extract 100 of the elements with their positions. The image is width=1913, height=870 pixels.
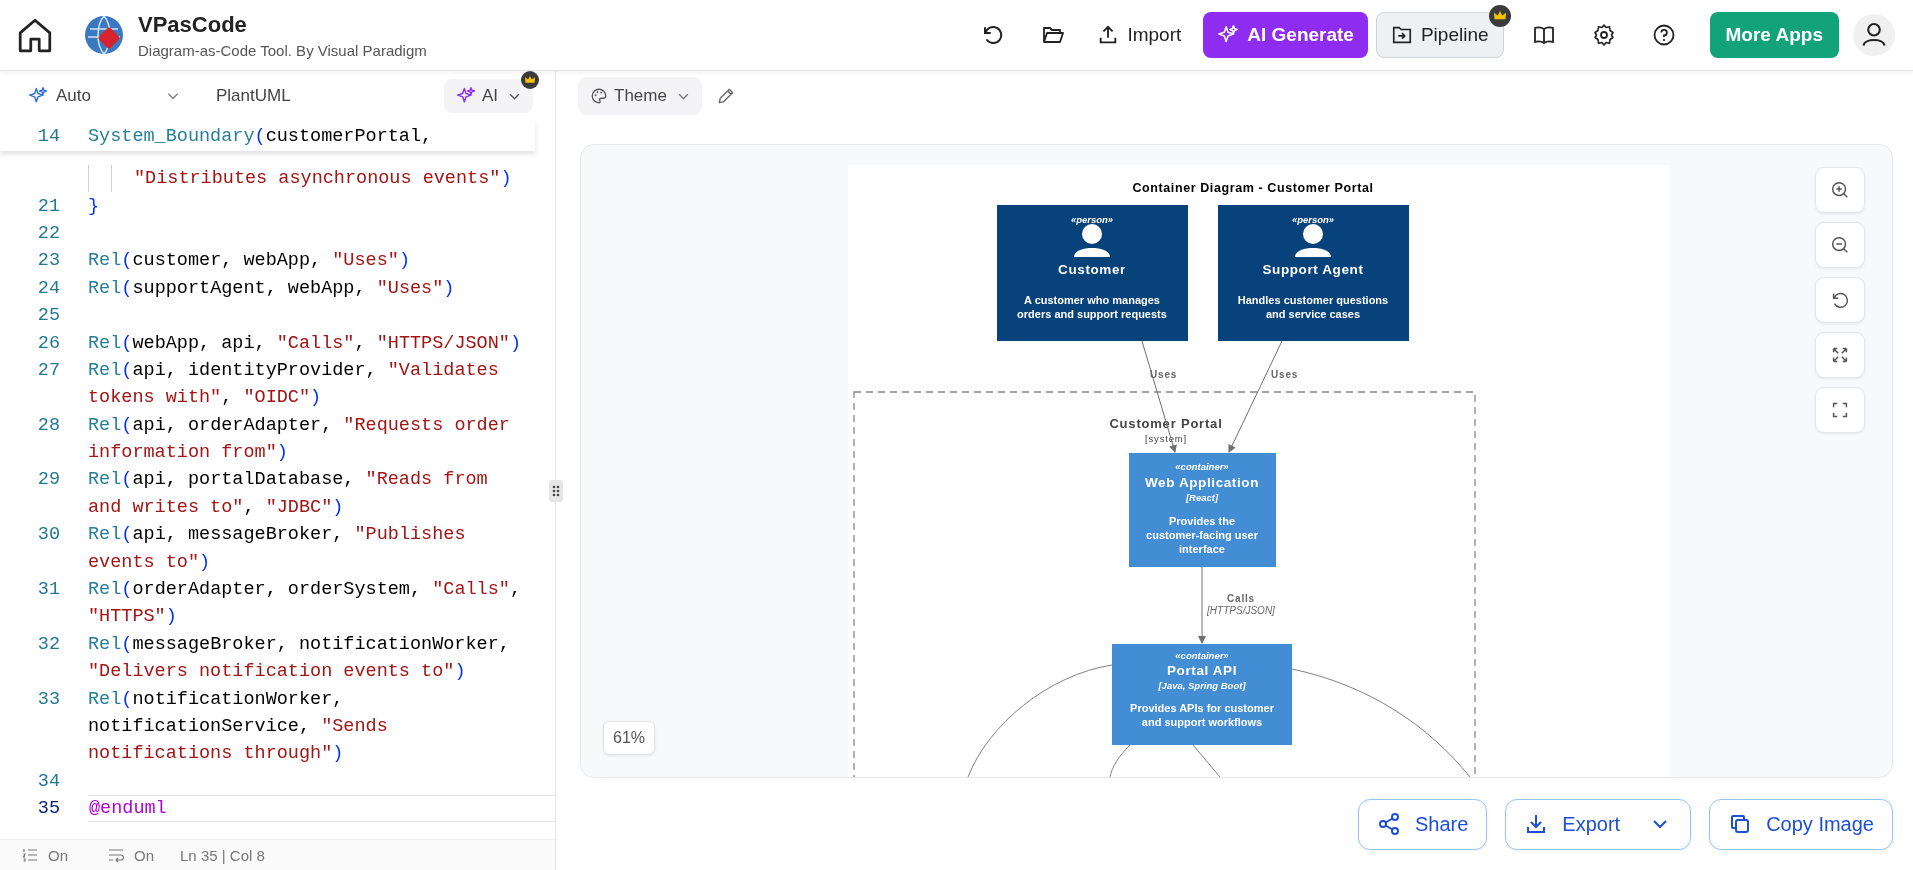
line-number: 25 bbox=[36, 305, 61, 327]
share-button[interactable]: Share bbox=[1357, 798, 1488, 850]
line-number: 32 bbox=[36, 633, 61, 655]
code-line: Rel(supportAgent, webApp, "Uses") bbox=[88, 277, 455, 299]
crown-icon bbox=[521, 71, 539, 89]
import-button[interactable]: Import bbox=[1083, 12, 1196, 58]
export-button[interactable]: Export bbox=[1505, 798, 1692, 850]
line-number: 30 bbox=[36, 524, 61, 546]
cursor-position: Ln 35 | Col 8 bbox=[180, 846, 265, 864]
splitter-handle[interactable] bbox=[549, 480, 563, 502]
relation-label: Uses bbox=[1150, 369, 1178, 380]
line-number: 29 bbox=[36, 469, 61, 491]
code-line: notifications through") bbox=[88, 743, 344, 765]
logo-icon bbox=[84, 15, 124, 55]
word-wrap-status[interactable]: On bbox=[134, 846, 155, 864]
code-line: Rel(orderAdapter, orderSystem, "Calls", bbox=[88, 579, 521, 601]
zoom-in-icon bbox=[1829, 179, 1851, 201]
stereotype-label: «container» bbox=[1175, 650, 1229, 661]
code-line: @enduml bbox=[89, 798, 167, 820]
code-line: information from") bbox=[88, 442, 288, 464]
copy-image-button[interactable]: Copy Image bbox=[1709, 798, 1893, 850]
stereotype-label: «container» bbox=[1175, 461, 1229, 472]
code-line: Rel(api, messageBroker, "Publishes bbox=[88, 524, 466, 546]
palette-icon bbox=[590, 87, 608, 105]
zoom-out-button[interactable] bbox=[1815, 222, 1865, 268]
boundary-type: [system] bbox=[1145, 433, 1187, 444]
relation-technology: [HTTPS/JSON] bbox=[1207, 605, 1275, 616]
reset-view-button[interactable] bbox=[1815, 277, 1865, 323]
language-select[interactable]: PlantUML bbox=[216, 86, 291, 106]
code-line: "HTTPS") bbox=[88, 606, 177, 628]
book-icon[interactable] bbox=[1531, 23, 1556, 47]
person-icon bbox=[1295, 224, 1331, 257]
code-line: Rel(api, identityProvider, "Validates bbox=[88, 359, 499, 381]
code-line: Rel(api, portalDatabase, "Reads from bbox=[88, 469, 488, 491]
mode-select[interactable]: Auto bbox=[56, 86, 91, 106]
line-number: 21 bbox=[36, 195, 61, 217]
person-description: Handles customer questions and service cases bbox=[1237, 294, 1389, 320]
container-name: Web Application bbox=[1145, 475, 1259, 490]
app-subtitle: Diagram-as-Code Tool. By Visual Paradigm bbox=[138, 41, 427, 59]
diagram-title: Container Diagram - Customer Portal bbox=[1132, 181, 1374, 195]
line-number: 34 bbox=[36, 770, 61, 792]
ai-generate-button[interactable]: AI Generate bbox=[1203, 12, 1368, 58]
line-numbers-status[interactable]: On bbox=[48, 846, 68, 864]
code-line: and writes to", "JDBC") bbox=[88, 496, 344, 518]
sparkle-icon bbox=[455, 86, 476, 106]
zoom-level-badge: 61% bbox=[603, 721, 656, 755]
code-line: } bbox=[88, 195, 100, 217]
code-line: tokens with", "OIDC") bbox=[88, 387, 322, 409]
sparkle-icon bbox=[28, 86, 48, 106]
person-icon bbox=[1074, 224, 1110, 257]
line-number: 22 bbox=[36, 222, 61, 244]
container-technology: [Java, Spring Boot] bbox=[1158, 680, 1246, 691]
code-line: Rel(webApp, api, "Calls", "HTTPS/JSON") bbox=[88, 332, 522, 354]
container-description: Provides the customer-facing user interface bbox=[1146, 515, 1258, 555]
pipeline-button[interactable]: Pipeline bbox=[1375, 12, 1504, 58]
line-numbers-icon[interactable] bbox=[22, 847, 38, 863]
code-line: Rel(api, orderAdapter, "Requests order bbox=[88, 414, 510, 436]
theme-button[interactable]: Theme bbox=[578, 77, 702, 115]
line-number: 23 bbox=[36, 250, 61, 272]
line-number: 27 bbox=[36, 359, 61, 381]
code-line: events to") bbox=[88, 551, 211, 573]
stereotype-label: «person» bbox=[1291, 214, 1335, 225]
zoom-in-button[interactable] bbox=[1815, 167, 1865, 213]
fit-view-button[interactable] bbox=[1815, 332, 1865, 378]
line-number: 33 bbox=[36, 688, 61, 710]
container-name: Portal API bbox=[1167, 663, 1237, 678]
relation-label: Uses bbox=[1271, 369, 1299, 380]
stereotype-label: «person» bbox=[1070, 214, 1114, 225]
boundary-name: Customer Portal bbox=[1109, 416, 1223, 431]
code-line: Rel(customer, webApp, "Uses") bbox=[88, 250, 410, 272]
connector-line bbox=[1192, 744, 1221, 777]
person-name: Support Agent bbox=[1262, 262, 1364, 277]
person-name: Customer bbox=[1058, 262, 1126, 277]
code-line: System_Boundary(customerPortal, bbox=[88, 125, 433, 147]
container-technology: [React] bbox=[1185, 492, 1219, 503]
word-wrap-icon[interactable] bbox=[108, 847, 124, 863]
line-number: 28 bbox=[36, 414, 61, 436]
avatar-icon[interactable] bbox=[1853, 14, 1895, 56]
line-number: 26 bbox=[36, 332, 61, 354]
line-number: 14 bbox=[36, 125, 61, 147]
zoom-out-icon bbox=[1829, 234, 1851, 256]
code-line: notificationService, "Sends bbox=[88, 716, 388, 737]
code-line: Rel(notificationWorker, bbox=[88, 688, 344, 710]
code-line: "Distributes asynchronous events") bbox=[134, 168, 512, 190]
ai-menu-button[interactable]: AI bbox=[443, 79, 533, 113]
share-icon bbox=[1376, 812, 1401, 836]
settings-icon[interactable] bbox=[1591, 23, 1616, 47]
app-title: VPasCode bbox=[138, 11, 248, 38]
folder-arrow-icon bbox=[1390, 24, 1413, 46]
line-number: 24 bbox=[36, 277, 61, 299]
container-description: Provides APIs for customer and support workflows bbox=[1130, 702, 1274, 728]
code-line: "Delivers notification events to") bbox=[88, 661, 466, 683]
crown-icon bbox=[1488, 5, 1511, 27]
line-number: 35 bbox=[36, 798, 61, 820]
person-description: A customer who manages orders and support requests bbox=[1017, 294, 1167, 320]
relation-label: Calls bbox=[1227, 593, 1255, 604]
home-icon[interactable] bbox=[16, 16, 54, 54]
help-icon[interactable] bbox=[1651, 23, 1676, 47]
line-number: 31 bbox=[36, 579, 61, 601]
code-line: Rel(messageBroker, notificationWorker, bbox=[88, 633, 510, 655]
